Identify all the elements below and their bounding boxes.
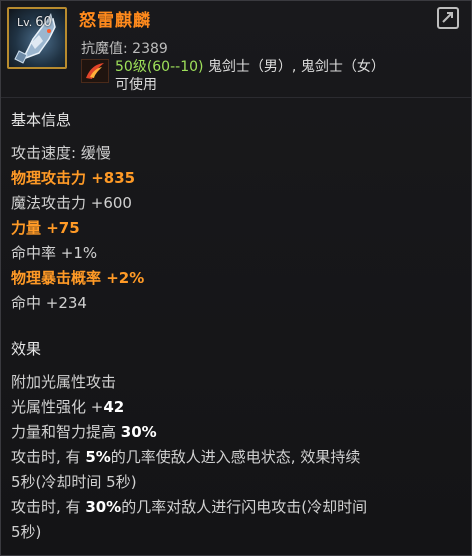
effect-light-enhance-label: 光属性强化 + [11,398,104,416]
requirement-row: 50级(60--10) 鬼剑士（男）, 鬼剑士（女） [115,56,385,76]
effect-lightning-chance: 30% [85,498,122,516]
dragon-gauntlet-icon[interactable]: Lv. 60 [7,7,67,69]
compare-icon-glyph [442,12,453,23]
effect-str-int: 力量和智力提高 30% [11,421,157,442]
physical-crit-chance: 物理暴击概率 +2% [11,269,145,287]
class-requirement-glyph [86,63,104,79]
hit-rate: 命中率 +1% [11,244,98,262]
effect-shock: 攻击时, 有 5%的几率使敌人进入感电状态, 效果持续 [11,446,360,467]
required-level: 50级(60--10) [115,59,204,75]
effect-light-attack: 附加光属性攻击 [11,373,117,391]
item-level: Lv. 60 [17,15,52,30]
effect-str-int-label: 力量和智力提高 [11,423,121,441]
effect-lightning: 攻击时, 有 30%的几率对敌人进行闪电攻击(冷却时间 [11,496,367,517]
physical-attack: 物理攻击力 +835 [11,169,136,187]
tooltip-header: Lv. 60 怒雷麒麟 抗魔值: 2389 50级(60--10) 鬼剑士（男）,… [1,1,471,95]
item-tooltip: Lv. 60 怒雷麒麟 抗魔值: 2389 50级(60--10) 鬼剑士（男）,… [0,0,472,556]
effect-light-enhance-value: 42 [103,398,125,416]
level-number: 60 [35,15,52,30]
effect-lightning-text: 的几率对敌人进行闪电攻击(冷却时间 [121,498,368,516]
required-classes: 鬼剑士（男）, 鬼剑士（女） [207,59,385,75]
class-requirement-icon [81,59,109,83]
anti-magic-value: 抗魔值: 2389 [81,41,168,57]
level-prefix: Lv. [17,16,33,29]
effect-shock-chance: 5% [85,448,111,466]
effect-light-enhance: 光属性强化 +42 [11,396,124,417]
effect-shock-duration: 5秒(冷却时间 5秒) [11,473,137,491]
magic-attack: 魔法攻击力 +600 [11,194,132,212]
accuracy: 命中 +234 [11,294,87,312]
header-divider [1,97,471,98]
item-name: 怒雷麒麟 [79,11,151,31]
strength: 力量 +75 [11,219,80,237]
effect-lightning-prefix: 攻击时, 有 [11,498,86,516]
effect-lightning-cooldown: 5秒) [11,523,42,541]
effect-shock-prefix: 攻击时, 有 [11,448,86,466]
effects-title: 效果 [11,340,42,358]
effect-shock-text: 的几率使敌人进入感电状态, 效果持续 [110,448,361,466]
basic-info-title: 基本信息 [11,111,72,129]
attack-speed: 攻击速度: 缓慢 [11,144,111,162]
effect-str-int-value: 30% [120,423,157,441]
usable-status: 可使用 [115,77,157,93]
compare-icon[interactable] [437,7,459,29]
